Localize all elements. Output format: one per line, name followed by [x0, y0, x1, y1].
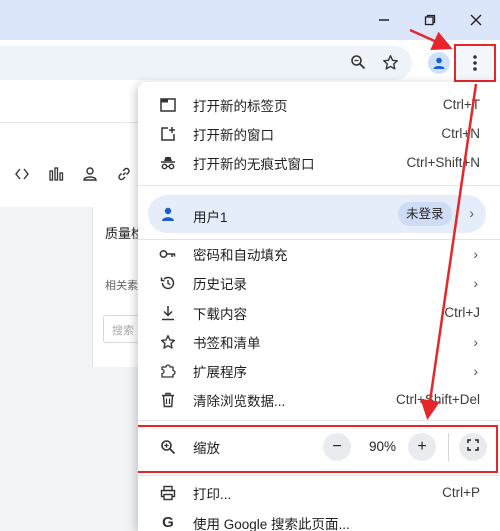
star-icon[interactable] — [378, 50, 402, 74]
menu-item-label: 打印... — [193, 486, 232, 502]
minimize-icon[interactable] — [370, 6, 398, 34]
code-icon[interactable] — [12, 164, 32, 184]
shortcut-text: Ctrl+J — [444, 305, 480, 320]
search-icon[interactable] — [346, 50, 370, 74]
menu-item-history[interactable]: 历史记录 › — [138, 268, 500, 297]
profile-icon[interactable] — [428, 52, 450, 74]
menu-item-new-window[interactable]: 打开新的窗口 Ctrl+N — [138, 119, 500, 148]
menu-divider — [138, 420, 500, 421]
menu-item-label: 打开新的标签页 — [193, 98, 288, 114]
chrome-main-menu: 打开新的标签页 Ctrl+T 打开新的窗口 Ctrl+N 打开新的无痕式窗口 C… — [138, 82, 500, 531]
menu-item-bookmarks[interactable]: 书签和清单 › — [138, 327, 500, 356]
link-icon[interactable] — [114, 164, 134, 184]
menu-item-label: 历史记录 — [193, 276, 247, 292]
menu-divider — [138, 185, 500, 186]
menu-divider — [138, 475, 500, 476]
bar-chart-icon[interactable] — [46, 164, 66, 184]
menu-item-label: 打开新的窗口 — [193, 127, 274, 143]
menu-item-label: 清除浏览数据... — [193, 393, 286, 409]
browser-toolbar — [0, 40, 500, 86]
google-icon: G — [162, 514, 174, 531]
shortcut-text: Ctrl+P — [442, 485, 480, 500]
new-tab-icon — [158, 95, 178, 115]
incognito-icon — [158, 153, 178, 173]
shortcut-text: Ctrl+Shift+N — [406, 155, 480, 170]
panel-label: 相关素 — [105, 280, 138, 292]
editor-toolbar — [12, 164, 134, 184]
new-window-icon — [158, 124, 178, 144]
star-icon — [158, 332, 178, 352]
chevron-right-icon: › — [473, 333, 478, 350]
menu-item-extensions[interactable]: 扩展程序 › — [138, 356, 500, 385]
menu-item-incognito[interactable]: 打开新的无痕式窗口 Ctrl+Shift+N — [138, 148, 500, 177]
chevron-right-icon: › — [473, 274, 478, 291]
window-titlebar — [0, 0, 500, 40]
menu-item-label: 密码和自动填充 — [193, 247, 288, 263]
puzzle-icon — [158, 361, 178, 381]
chevron-right-icon: › — [473, 245, 478, 262]
menu-item-label: 扩展程序 — [193, 364, 247, 380]
menu-item-clear-data[interactable]: 清除浏览数据... Ctrl+Shift+Del — [138, 385, 500, 414]
menu-item-label: 书签和清单 — [193, 335, 261, 351]
more-vert-icon[interactable] — [454, 44, 496, 82]
profile-name: 用户1 — [193, 210, 228, 225]
history-icon — [158, 273, 178, 293]
chevron-right-icon: › — [469, 205, 474, 221]
menu-item-passwords[interactable]: 密码和自动填充 › — [138, 239, 500, 268]
signin-status-badge: 未登录 — [398, 202, 452, 226]
menu-item-print[interactable]: 打印... Ctrl+P — [138, 478, 500, 507]
key-icon — [158, 244, 178, 264]
printer-icon — [158, 483, 178, 503]
menu-item-new-tab[interactable]: 打开新的标签页 Ctrl+T — [138, 90, 500, 119]
close-icon[interactable] — [462, 6, 490, 34]
person-icon — [158, 204, 178, 224]
menu-item-profile[interactable]: 用户1 未登录 › — [148, 195, 486, 233]
shortcut-text: Ctrl+Shift+Del — [395, 392, 480, 407]
trash-icon — [158, 390, 178, 410]
shortcut-text: Ctrl+T — [442, 97, 480, 112]
menu-item-label: 下载内容 — [193, 306, 247, 322]
menu-item-google-search[interactable]: G 使用 Google 搜索此页面... — [138, 508, 500, 531]
menu-item-label: 打开新的无痕式窗口 — [193, 156, 315, 172]
download-icon — [158, 303, 178, 323]
restore-icon[interactable] — [416, 6, 444, 34]
menu-item-label: 使用 Google 搜索此页面... — [193, 516, 350, 531]
chevron-right-icon: › — [473, 362, 478, 379]
user-icon[interactable] — [80, 164, 100, 184]
menu-item-downloads[interactable]: 下载内容 Ctrl+J — [138, 298, 500, 327]
zoom-highlight-box — [138, 425, 498, 473]
shortcut-text: Ctrl+N — [441, 126, 480, 141]
